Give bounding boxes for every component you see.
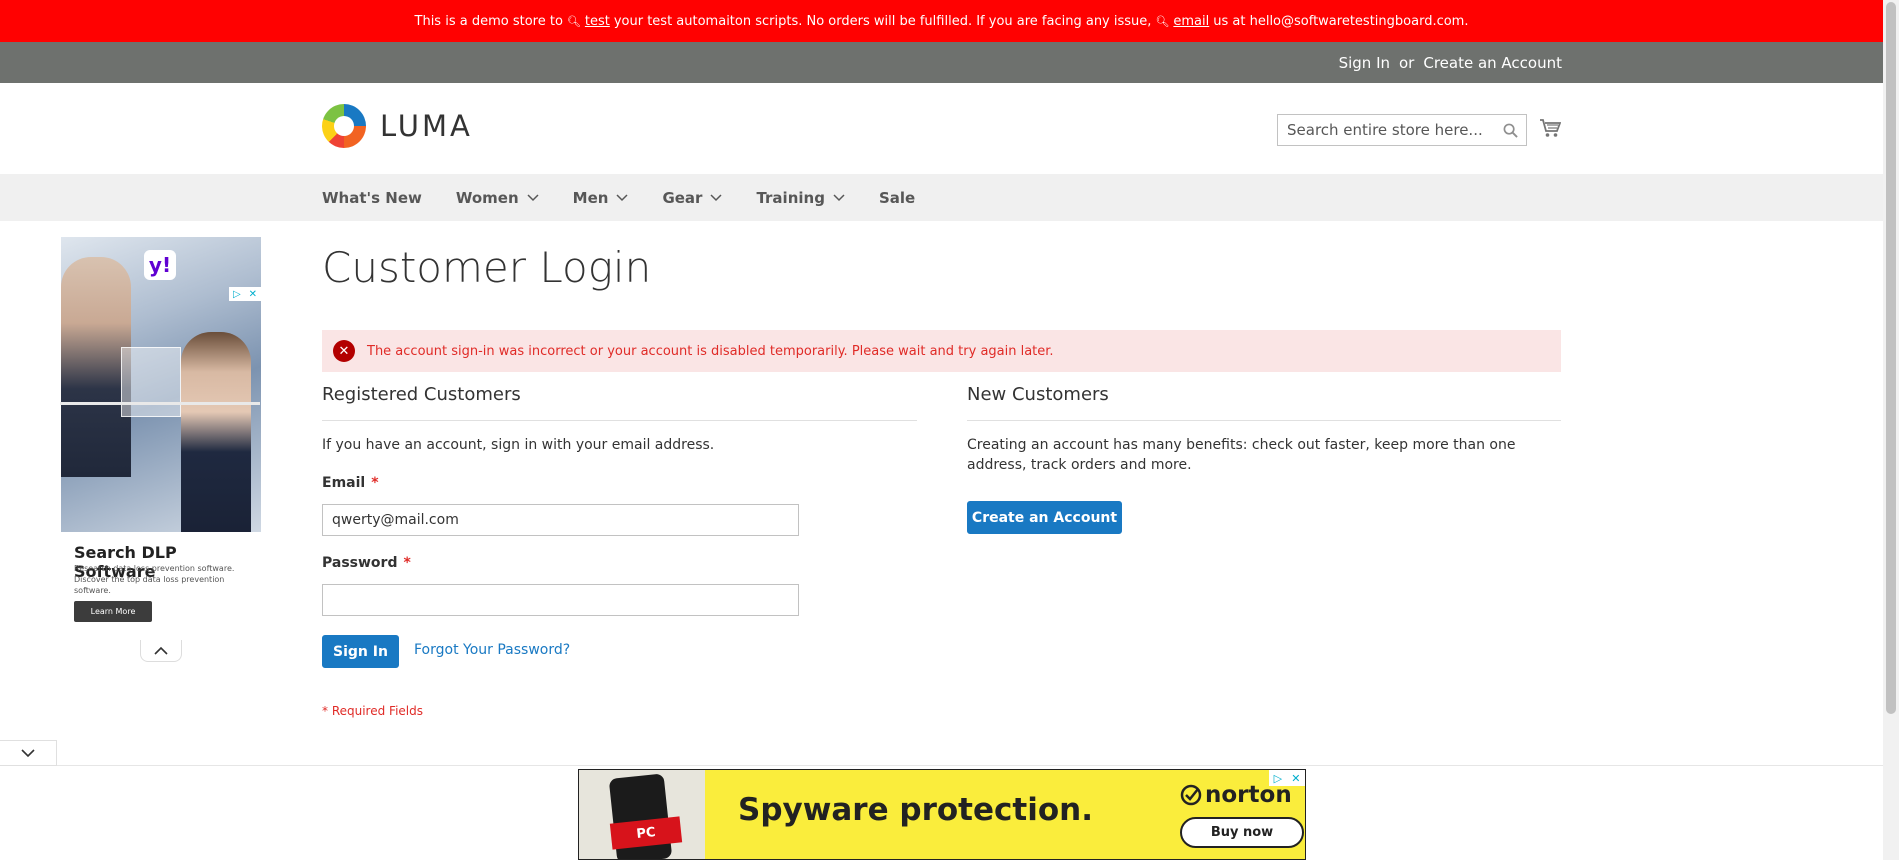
required-fields-note: * Required Fields bbox=[322, 704, 423, 718]
chevron-down-icon bbox=[833, 193, 845, 201]
ad-person-image bbox=[181, 332, 251, 532]
forgot-password-link[interactable]: Forgot Your Password? bbox=[414, 642, 570, 658]
main-navigation: What's New Women Men Gear Training Sale bbox=[0, 174, 1883, 221]
ad-choices-icon[interactable]: ▷ ✕ bbox=[1269, 770, 1305, 786]
demo-notice-banner: This is a demo store to 🔍︎ test your tes… bbox=[0, 0, 1883, 42]
nav-item-gear[interactable]: Gear bbox=[662, 189, 722, 207]
nav-item-training[interactable]: Training bbox=[756, 188, 845, 207]
page-scrollbar[interactable] bbox=[1883, 0, 1899, 860]
scrollbar-thumb[interactable] bbox=[1886, 2, 1896, 714]
nav-item-label: Sale bbox=[878, 188, 916, 207]
error-icon: ✕ bbox=[333, 340, 355, 362]
site-header: LUMA bbox=[0, 83, 1883, 174]
divider bbox=[967, 420, 1561, 421]
email-label: Email * bbox=[322, 475, 379, 491]
ad-product-image: PC bbox=[579, 770, 705, 859]
chevron-down-icon bbox=[527, 193, 539, 201]
footer-toggle-button[interactable] bbox=[0, 740, 57, 766]
ad-description-line: Discover the top data loss prevention so… bbox=[74, 575, 225, 595]
nav-item-label: Training bbox=[756, 188, 825, 207]
demo-notice-text-1: This is a demo store to bbox=[414, 13, 563, 29]
chevron-down-icon bbox=[710, 193, 722, 201]
header-links: Sign In or Create an Account bbox=[1339, 42, 1562, 83]
nav-item-whats-new[interactable]: What's New bbox=[322, 189, 422, 207]
ad-headline: Spyware protection. bbox=[738, 792, 1093, 828]
ad-description: Research data loss prevention software. … bbox=[74, 563, 254, 596]
new-customers-text: Creating an account has many benefits: c… bbox=[967, 437, 1516, 473]
password-label: Password * bbox=[322, 555, 411, 571]
demo-notice-text-2: your test automaiton scripts. No orders … bbox=[613, 13, 1152, 29]
demo-notice-email-link[interactable]: email bbox=[1173, 14, 1209, 29]
create-account-link[interactable]: Create an Account bbox=[1423, 54, 1562, 72]
required-star: * bbox=[371, 475, 379, 491]
logo-icon bbox=[322, 104, 366, 148]
registered-customers-title: Registered Customers bbox=[322, 384, 521, 405]
search-icon: 🔍︎ bbox=[566, 14, 581, 28]
ad-hologram-image bbox=[121, 347, 181, 417]
create-account-button[interactable]: Create an Account bbox=[967, 501, 1122, 534]
logo-text: LUMA bbox=[380, 109, 473, 143]
ad-image: y! ▷ ✕ bbox=[61, 237, 261, 532]
chevron-up-icon bbox=[154, 646, 168, 655]
search-input[interactable] bbox=[1278, 115, 1488, 145]
ad-description-line: Research data loss prevention software. bbox=[74, 564, 235, 573]
nav-item-label: What's New bbox=[322, 188, 422, 207]
nav-item-label: Gear bbox=[662, 188, 703, 207]
chevron-down-icon bbox=[616, 193, 628, 201]
search-box bbox=[1277, 114, 1527, 146]
sign-in-button[interactable]: Sign In bbox=[322, 635, 399, 668]
error-message: ✕ The account sign-in was incorrect or y… bbox=[322, 330, 1561, 372]
error-message-text: The account sign-in was incorrect or you… bbox=[367, 343, 1054, 359]
demo-notice-test-link[interactable]: test bbox=[585, 14, 610, 29]
page-title: Customer Login bbox=[322, 243, 652, 292]
demo-notice-text-3: us at hello@softwaretestingboard.com. bbox=[1213, 13, 1469, 29]
ad-collapse-button[interactable] bbox=[140, 640, 182, 662]
password-label-text: Password bbox=[322, 555, 398, 571]
new-customers-title: New Customers bbox=[967, 384, 1109, 405]
ad-learn-more-button[interactable]: Learn More bbox=[74, 601, 152, 622]
bottom-advertisement[interactable]: PC Spyware protection. norton Buy now ▷ ✕ bbox=[578, 769, 1306, 860]
search-icon: 🔍︎ bbox=[1155, 14, 1170, 28]
password-field[interactable] bbox=[322, 584, 799, 616]
yahoo-logo-icon: y! bbox=[144, 250, 176, 280]
ad-divider bbox=[60, 402, 260, 405]
required-star: * bbox=[403, 555, 411, 571]
sign-in-link[interactable]: Sign In bbox=[1339, 54, 1390, 72]
ad-choices-icon[interactable]: ▷ ✕ bbox=[229, 287, 261, 301]
nav-item-women[interactable]: Women bbox=[456, 189, 539, 207]
cart-icon[interactable] bbox=[1539, 118, 1561, 138]
panel-header: Sign In or Create an Account bbox=[0, 42, 1883, 83]
chevron-down-icon bbox=[21, 748, 35, 757]
nav-item-label: Men bbox=[572, 188, 609, 207]
email-label-text: Email bbox=[322, 475, 366, 491]
header-or-text: or bbox=[1399, 53, 1415, 72]
registered-customers-intro: If you have an account, sign in with you… bbox=[322, 437, 715, 453]
divider bbox=[322, 420, 917, 421]
luma-logo[interactable]: LUMA bbox=[322, 104, 473, 148]
ad-buy-now-button[interactable]: Buy now bbox=[1180, 817, 1304, 848]
norton-check-icon bbox=[1180, 784, 1202, 806]
nav-item-men[interactable]: Men bbox=[573, 189, 629, 207]
nav-item-sale[interactable]: Sale bbox=[879, 189, 915, 207]
search-icon[interactable] bbox=[1503, 123, 1518, 138]
footer-divider bbox=[0, 765, 1883, 766]
nav-item-label: Women bbox=[455, 188, 519, 207]
left-advertisement[interactable]: y! ▷ ✕ Search DLP Software Research data … bbox=[61, 237, 261, 639]
email-field[interactable] bbox=[322, 504, 799, 536]
